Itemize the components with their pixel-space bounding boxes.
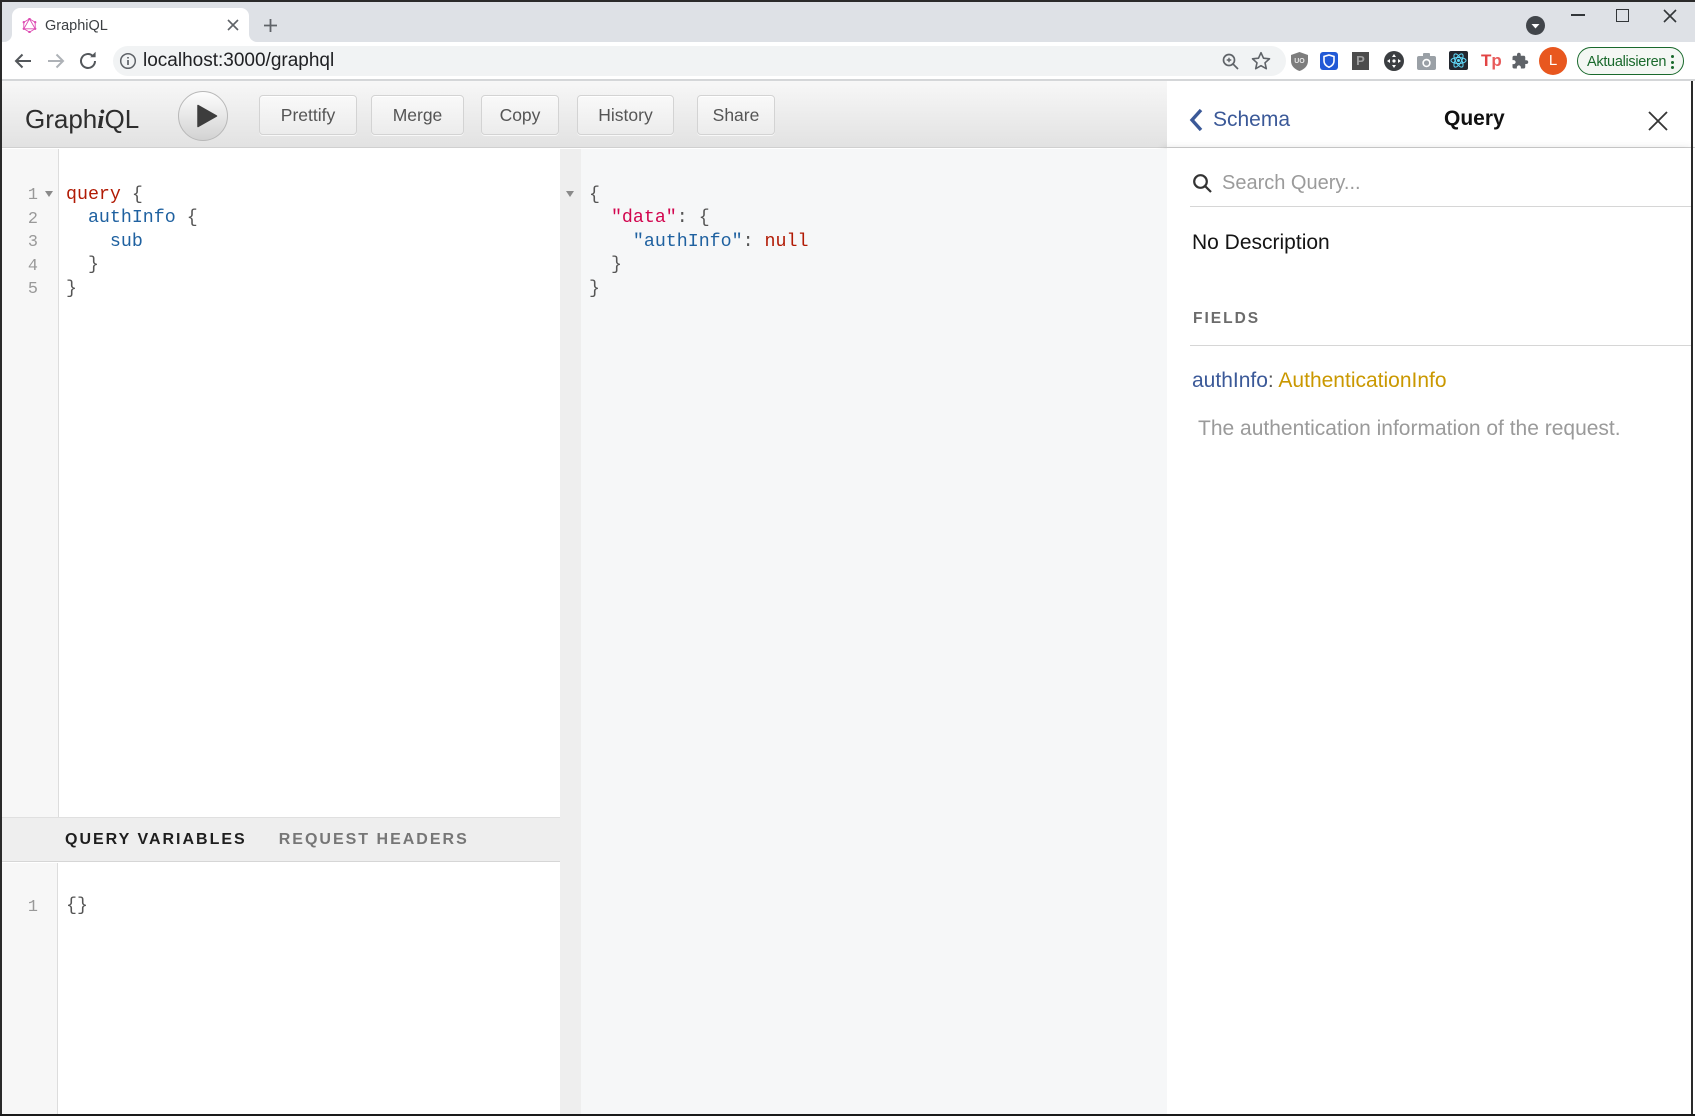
svg-text:UO: UO (1294, 58, 1305, 65)
